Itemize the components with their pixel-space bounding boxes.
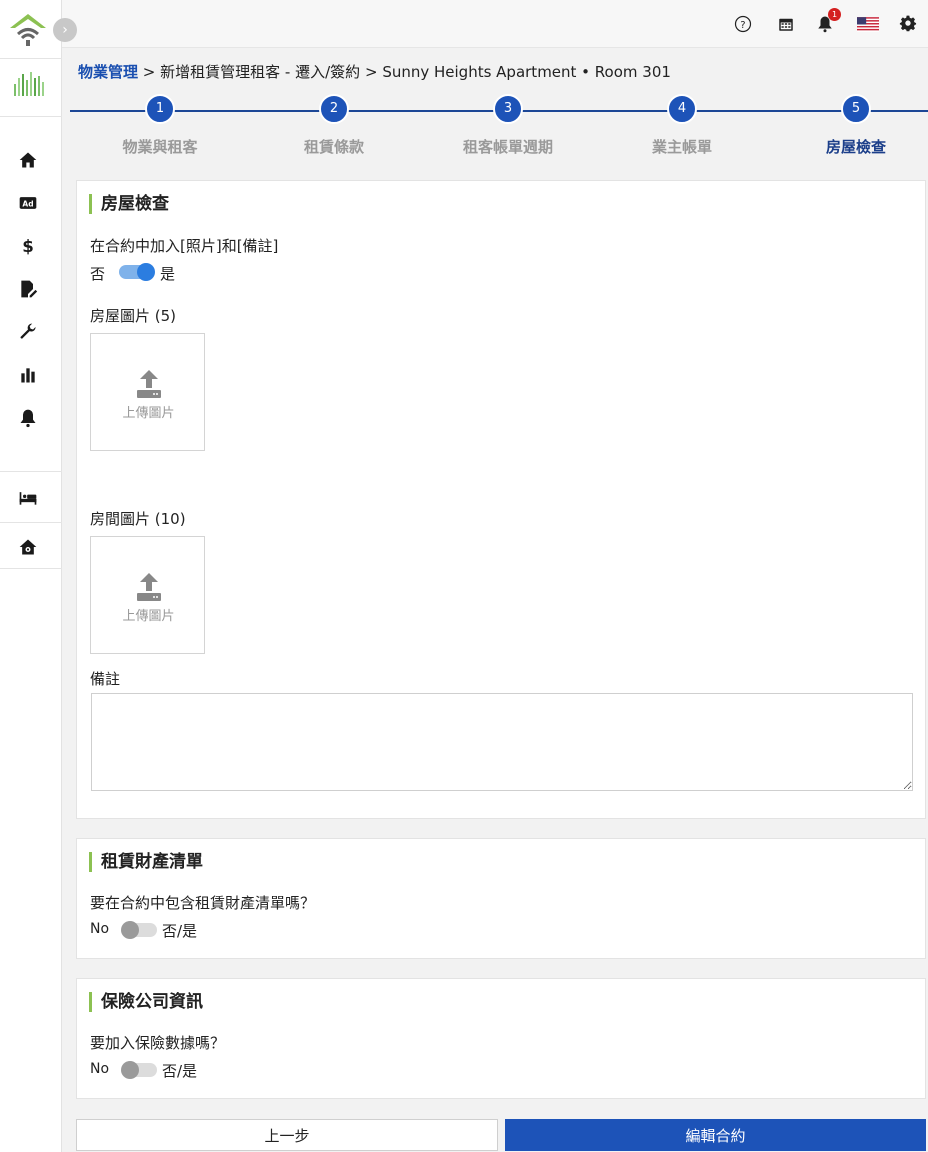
sidebar-divider	[0, 522, 62, 523]
upload-label: 上傳圖片	[122, 406, 175, 421]
ad-icon[interactable]: Ad	[16, 191, 40, 215]
sidebar-divider	[0, 568, 62, 569]
inspection-card: 房屋檢查 在合約中加入[照片]和[備註] 否 是 房屋圖片 (5) 上傳圖片 房…	[76, 180, 926, 819]
step-label: 物業與租客	[122, 138, 198, 156]
section-title: 保險公司資訊	[89, 992, 203, 1012]
toggle-no-label: 否	[90, 265, 106, 283]
toggle-knob	[121, 921, 139, 939]
svg-text:Ad: Ad	[22, 199, 33, 208]
step-2[interactable]: 2 租賃條款	[254, 94, 414, 157]
topbar: ? 1	[62, 0, 928, 48]
section-title: 房屋檢查	[89, 194, 169, 214]
breadcrumb-step: 新增租賃管理租客 - 遷入/簽約	[160, 63, 361, 81]
upload-icon	[137, 370, 161, 398]
insurance-question: 要加入保險數據嗎？	[90, 1034, 226, 1052]
svg-text:$: $	[22, 237, 34, 256]
insurance-card: 保險公司資訊 要加入保險數據嗎？ No 否/是	[76, 978, 926, 1099]
breadcrumb-root-link[interactable]: 物業管理	[78, 63, 138, 81]
edit-contract-button[interactable]: 編輯合約	[505, 1119, 926, 1151]
sidebar-divider	[0, 58, 62, 59]
step-5-active[interactable]: 5 房屋檢查	[776, 94, 928, 157]
step-number: 5	[841, 94, 871, 124]
help-icon[interactable]: ?	[732, 13, 754, 35]
room-photo-upload[interactable]: 上傳圖片	[90, 536, 205, 654]
breadcrumb-separator: >	[364, 63, 378, 81]
gear-icon[interactable]	[897, 13, 919, 35]
toggle-option-label: 否/是	[162, 922, 198, 940]
toggle-state-label: No	[90, 921, 110, 937]
notes-textarea[interactable]	[91, 693, 913, 791]
upload-icon	[137, 573, 161, 601]
include-photos-label: 在合約中加入[照片]和[備註]	[90, 237, 279, 255]
toggle-knob	[137, 263, 155, 281]
step-3[interactable]: 3 租客帳單週期	[428, 94, 588, 157]
logo-icon[interactable]	[8, 10, 48, 50]
house-photos-label: 房屋圖片 (5)	[90, 307, 177, 325]
calendar-icon[interactable]	[775, 13, 797, 35]
step-number: 3	[493, 94, 523, 124]
step-1[interactable]: 1 物業與租客	[80, 94, 240, 157]
step-number: 1	[145, 94, 175, 124]
include-photos-toggle[interactable]	[119, 263, 155, 281]
notes-label: 備註	[90, 670, 121, 688]
breadcrumb-separator: >	[142, 63, 156, 81]
house-photo-upload[interactable]: 上傳圖片	[90, 333, 205, 451]
inventory-question: 要在合約中包含租賃財產清單嗎？	[90, 894, 316, 912]
breadcrumb: 物業管理 > 新增租賃管理租客 - 遷入/簽約 > Sunny Heights …	[78, 61, 671, 82]
step-label: 租客帳單週期	[462, 138, 553, 156]
sidebar: Ad $	[0, 0, 62, 1152]
notification-bell-icon[interactable]: 1	[814, 8, 841, 35]
chevron-right-icon[interactable]: ›	[53, 18, 77, 42]
step-number: 4	[667, 94, 697, 124]
step-number: 2	[319, 94, 349, 124]
sidebar-divider	[0, 471, 62, 472]
svg-text:?: ?	[740, 20, 745, 31]
breadcrumb-property: Sunny Heights Apartment • Room 301	[382, 63, 671, 81]
bell-icon[interactable]	[16, 406, 40, 430]
bed-icon[interactable]	[16, 486, 40, 510]
toggle-state-label: No	[90, 1061, 110, 1077]
toggle-option-label: 否/是	[162, 1062, 198, 1080]
toggle-yes-label: 是	[160, 265, 176, 283]
home-icon[interactable]	[16, 148, 40, 172]
room-photos-label: 房間圖片 (10)	[90, 510, 186, 528]
notification-badge: 1	[828, 8, 841, 21]
inventory-card: 租賃財產清單 要在合約中包含租賃財產清單嗎？ No 否/是	[76, 838, 926, 959]
avatar[interactable]	[10, 66, 50, 106]
step-4[interactable]: 4 業主帳單	[602, 94, 762, 157]
previous-step-button[interactable]: 上一步	[76, 1119, 498, 1151]
upload-label: 上傳圖片	[122, 609, 175, 624]
step-label: 房屋檢查	[825, 138, 886, 156]
step-label: 業主帳單	[651, 138, 712, 156]
step-label: 租賃條款	[303, 138, 364, 156]
sidebar-divider	[0, 116, 62, 117]
dollar-icon[interactable]: $	[16, 234, 40, 258]
contract-edit-icon[interactable]	[16, 277, 40, 301]
insurance-toggle[interactable]	[121, 1061, 157, 1079]
section-title: 租賃財產清單	[89, 852, 203, 872]
toggle-knob	[121, 1061, 139, 1079]
house-settings-icon[interactable]	[16, 535, 40, 559]
chart-icon[interactable]	[16, 363, 40, 387]
wrench-icon[interactable]	[16, 320, 40, 344]
us-flag-icon[interactable]	[856, 13, 880, 35]
inventory-toggle[interactable]	[121, 921, 157, 939]
